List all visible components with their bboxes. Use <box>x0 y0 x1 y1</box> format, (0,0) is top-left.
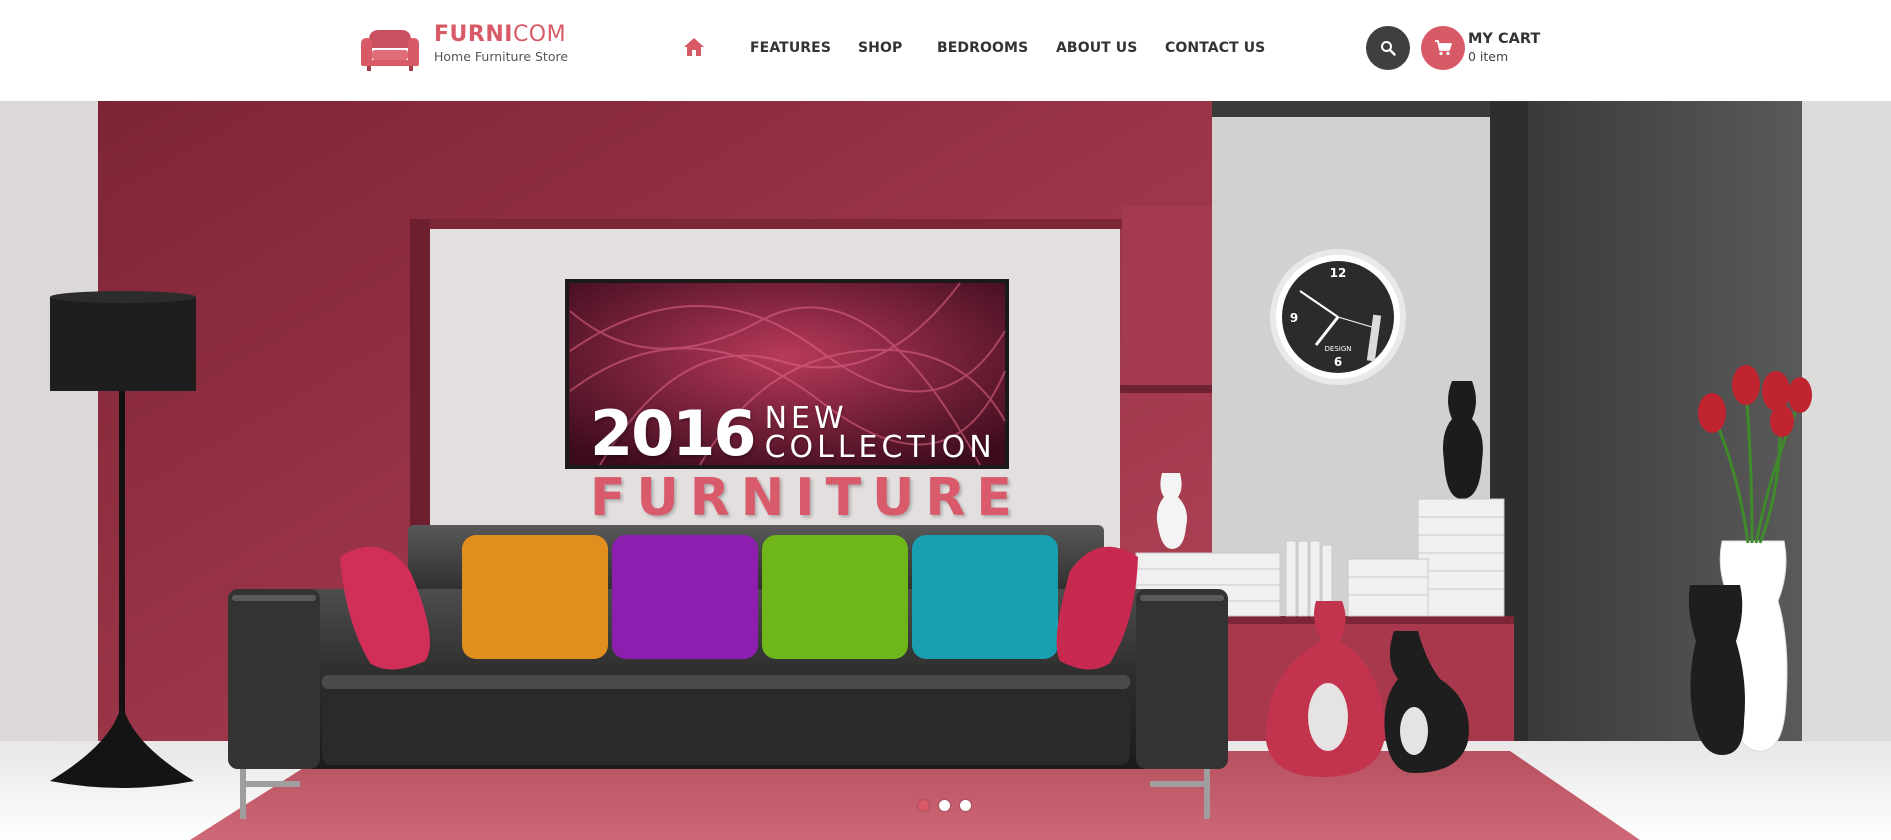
nav-item-shop[interactable]: SHOP <box>858 40 902 56</box>
search-icon <box>1381 41 1396 56</box>
hero-line-new: NEW <box>764 401 848 436</box>
brand-tagline: Home Furniture Store <box>434 49 569 64</box>
cart-count: 0 item <box>1468 49 1509 64</box>
nav-item-contact-us[interactable]: CONTACT US <box>1165 40 1265 56</box>
site-header: FURNICOM Home Furniture Store FEATURES S… <box>0 0 1891 101</box>
hero-line-collection: COLLECTION <box>764 430 996 465</box>
nav-item-features[interactable]: FEATURES <box>750 40 831 56</box>
clock-brand-label: DESIGN <box>1325 345 1352 353</box>
hero-year: 2016 <box>590 397 757 470</box>
slider-dot-2[interactable] <box>939 800 950 811</box>
slider-dot-1[interactable] <box>918 800 929 811</box>
clock-numeral-6: 6 <box>1334 355 1342 369</box>
search-button[interactable] <box>1366 26 1410 70</box>
hero-slider: 12 9 6 DESIGN 2016 NEW COLLECTION FURNIT… <box>0 101 1891 840</box>
cart-icon <box>1435 40 1452 56</box>
clock-numeral-12: 12 <box>1330 266 1347 280</box>
clock-numeral-9: 9 <box>1290 311 1298 325</box>
slider-dot-3[interactable] <box>960 800 971 811</box>
brand-logo[interactable]: FURNICOM Home Furniture Store <box>359 22 568 72</box>
nav-item-bedrooms[interactable]: BEDROOMS <box>937 40 1028 56</box>
nav-item-about-us[interactable]: ABOUT US <box>1056 40 1137 56</box>
sofa-logo-icon <box>361 30 419 71</box>
home-icon[interactable] <box>683 36 705 58</box>
brand-name: FURNICOM <box>434 22 567 47</box>
hero-caption: 2016 NEW COLLECTION FURNITURE <box>590 397 1023 528</box>
hero-headline: FURNITURE <box>590 468 1023 528</box>
cart-title: MY CART <box>1468 31 1541 47</box>
cart-button[interactable] <box>1421 26 1465 70</box>
cart-summary[interactable]: MY CART 0 item <box>1468 30 1540 66</box>
slider-pagination <box>918 800 971 811</box>
